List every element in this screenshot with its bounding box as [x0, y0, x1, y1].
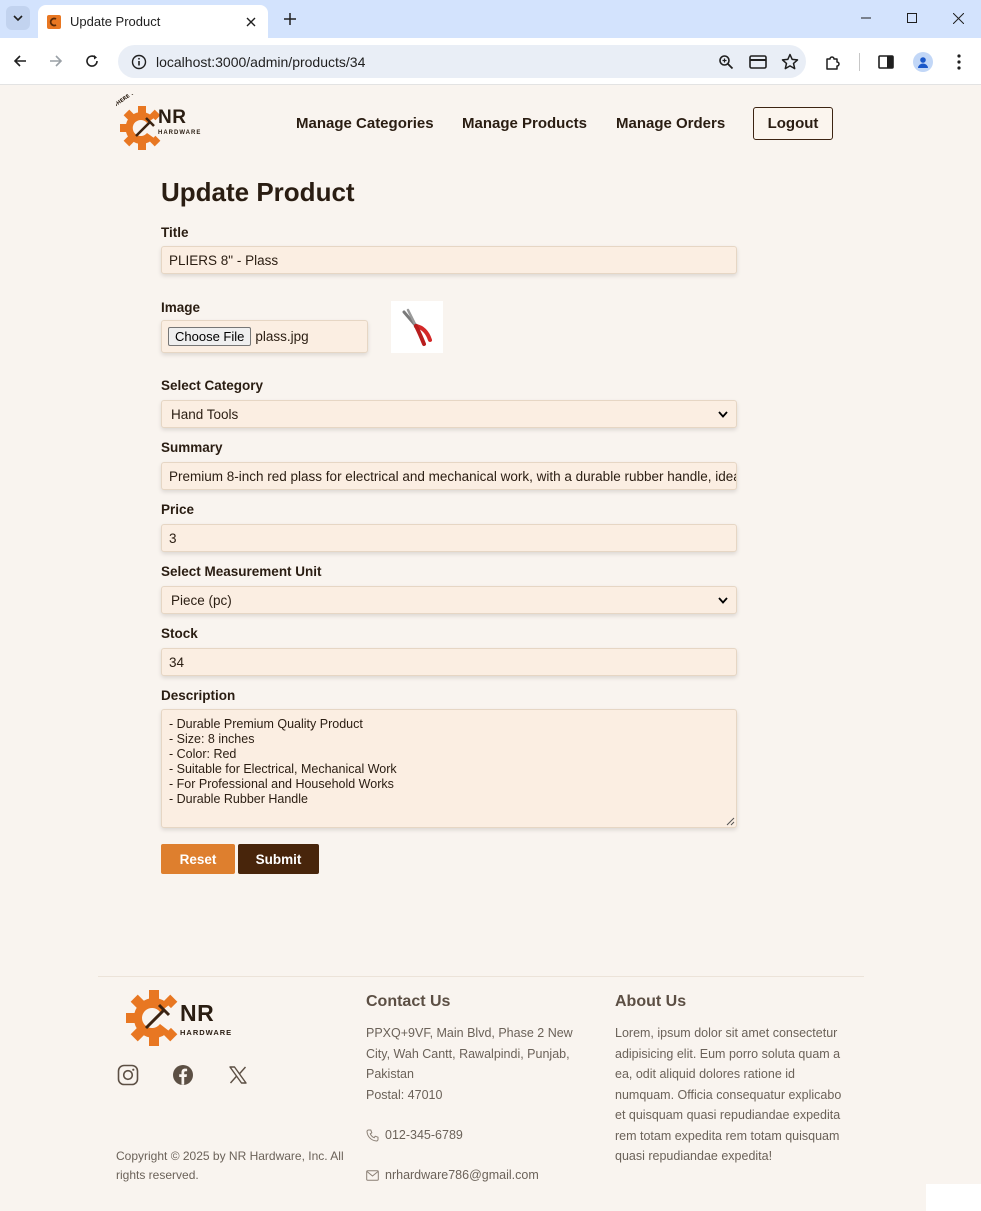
card-icon[interactable] — [742, 49, 774, 75]
contact-phone[interactable]: 012-345-6789 — [366, 1128, 463, 1142]
price-input[interactable]: 3 — [161, 524, 737, 552]
email-text: nrhardware786@gmail.com — [385, 1168, 539, 1182]
zoom-icon[interactable] — [710, 49, 742, 75]
choose-file-button[interactable]: Choose File — [168, 327, 252, 346]
stock-input[interactable]: 34 — [161, 648, 737, 676]
title-input[interactable]: PLIERS 8" - Plass — [161, 246, 737, 274]
summary-input[interactable]: Premium 8-inch red plass for electrical … — [161, 462, 737, 490]
tab-search-button[interactable] — [6, 6, 30, 30]
star-icon[interactable] — [774, 49, 806, 75]
description-line: - Suitable for Electrical, Mechanical Wo… — [169, 762, 397, 776]
description-line: - Size: 8 inches — [169, 732, 255, 746]
brand-text: NR HARDWARE — [158, 108, 201, 136]
toolbar-divider — [859, 53, 860, 71]
side-panel-icon[interactable] — [873, 49, 899, 75]
title-label: Title — [161, 225, 189, 240]
close-tab-icon[interactable] — [240, 11, 262, 33]
image-label: Image — [161, 300, 201, 315]
nav-manage-orders[interactable]: Manage Orders — [616, 115, 725, 132]
unit-select[interactable]: Piece (pc) — [161, 586, 737, 614]
description-line: - Color: Red — [169, 747, 237, 761]
chevron-down-icon — [718, 596, 728, 604]
maximize-button[interactable] — [897, 6, 927, 30]
menu-dots-icon[interactable] — [946, 49, 972, 75]
product-image-preview — [391, 301, 443, 353]
contact-email[interactable]: nrhardware786@gmail.com — [366, 1168, 539, 1182]
description-textarea[interactable]: - Durable Premium Quality Product - Size… — [161, 709, 737, 828]
new-tab-button[interactable] — [278, 7, 302, 31]
instagram-icon[interactable] — [117, 1064, 139, 1086]
price-label: Price — [161, 502, 195, 517]
gear-logo-icon: WHERE WORK BEGINS — [116, 94, 164, 150]
file-name: plass.jpg — [255, 329, 309, 344]
category-select[interactable]: Hand Tools — [161, 400, 737, 428]
phone-icon — [366, 1129, 379, 1142]
reset-button[interactable]: Reset — [161, 844, 235, 874]
footer-logo[interactable]: NR HARDWARE — [118, 980, 236, 1056]
site-info-icon[interactable] — [130, 53, 148, 71]
brand-name: NR — [180, 1000, 215, 1026]
category-selected: Hand Tools — [171, 406, 239, 422]
tab-title: Update Product — [70, 14, 161, 29]
mail-icon — [366, 1169, 379, 1181]
reload-icon[interactable] — [79, 48, 105, 74]
chevron-down-icon — [718, 410, 728, 418]
contact-address: PPXQ+9VF, Main Blvd, Phase 2 New City, W… — [366, 1023, 594, 1105]
brand-name: NR — [158, 107, 187, 128]
footer-divider — [98, 976, 864, 977]
brand-logo[interactable]: WHERE WORK BEGINS NR HARDWARE — [116, 94, 212, 154]
brand-subtitle: HARDWARE — [180, 1028, 233, 1037]
person-icon — [913, 52, 933, 72]
page-corner — [926, 1184, 981, 1211]
description-label: Description — [161, 688, 236, 703]
page-title: Update Product — [161, 177, 355, 207]
browser-toolbar: localhost:3000/admin/products/34 — [0, 38, 981, 85]
browser-tab-bar: Update Product — [0, 0, 981, 38]
description-line: - Durable Premium Quality Product — [169, 717, 363, 731]
about-text: Lorem, ipsum dolor sit amet consectetur … — [615, 1026, 842, 1163]
plus-icon — [284, 13, 296, 25]
minimize-button[interactable] — [851, 6, 881, 30]
logout-button[interactable]: Logout — [753, 107, 833, 140]
x-icon[interactable] — [227, 1064, 249, 1086]
address-bar[interactable]: localhost:3000/admin/products/34 — [118, 45, 806, 78]
unit-label: Select Measurement Unit — [161, 564, 322, 579]
image-file-input[interactable]: Choose File plass.jpg — [161, 320, 368, 353]
description-line: - Durable Rubber Handle — [169, 792, 308, 806]
copyright-text: Copyright © 2025 by NR Hardware, Inc. Al… — [116, 1149, 344, 1182]
about-heading: About Us — [615, 993, 687, 1010]
close-window-button[interactable] — [943, 6, 973, 30]
footer-brand-text: NR HARDWARE — [180, 1000, 233, 1038]
chevron-down-icon — [13, 15, 23, 22]
brand-subtitle: HARDWARE — [158, 130, 202, 136]
extensions-icon[interactable] — [820, 49, 846, 75]
profile-avatar[interactable] — [910, 49, 936, 75]
submit-button[interactable]: Submit — [238, 844, 319, 874]
forward-arrow-icon[interactable] — [43, 48, 69, 74]
url-text: localhost:3000/admin/products/34 — [156, 53, 366, 70]
nav-manage-products[interactable]: Manage Products — [462, 115, 587, 132]
summary-label: Summary — [161, 440, 223, 455]
category-label: Select Category — [161, 378, 264, 393]
postal-text: Postal: 47010 — [366, 1087, 443, 1102]
resize-handle-icon[interactable] — [726, 817, 735, 826]
gear-logo-icon — [126, 990, 178, 1046]
favicon-icon — [47, 14, 61, 29]
facebook-icon[interactable] — [172, 1064, 194, 1086]
stock-label: Stock — [161, 626, 198, 641]
address-text: PPXQ+9VF, Main Blvd, Phase 2 New City, W… — [366, 1026, 573, 1081]
back-arrow-icon[interactable] — [7, 48, 33, 74]
phone-text: 012-345-6789 — [385, 1128, 463, 1142]
pliers-icon — [402, 308, 432, 346]
description-line: - For Professional and Household Works — [169, 777, 394, 791]
browser-tab[interactable]: Update Product — [38, 5, 268, 38]
unit-selected: Piece (pc) — [171, 592, 232, 608]
nav-manage-categories[interactable]: Manage Categories — [296, 115, 434, 132]
contact-heading: Contact Us — [366, 993, 451, 1010]
site-header: WHERE WORK BEGINS NR HARDWARE Manage Cat… — [0, 85, 981, 165]
